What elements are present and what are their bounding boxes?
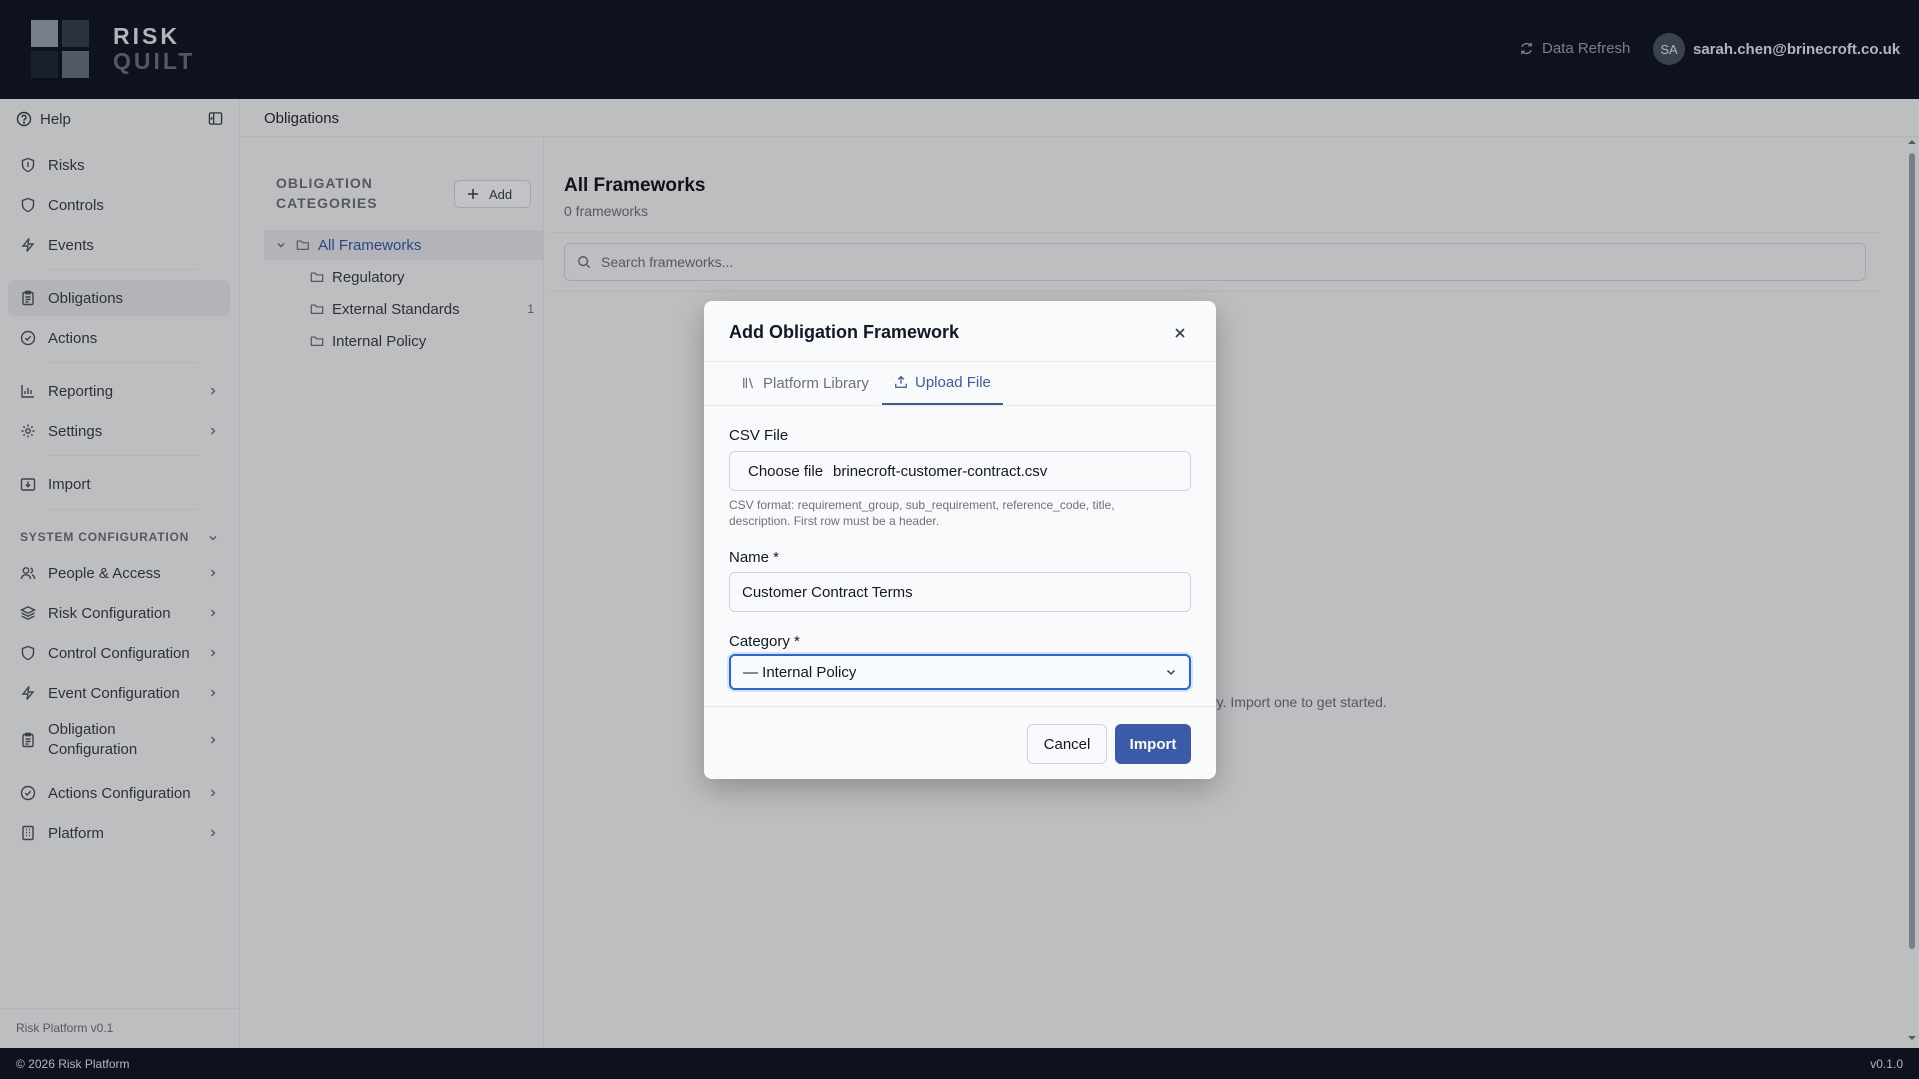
tab-platform-library[interactable]: Platform Library <box>742 361 869 405</box>
choose-file-button[interactable]: Choose file <box>748 463 823 480</box>
tab-upload-file[interactable]: Upload File <box>882 361 1003 405</box>
csv-file-label: CSV File <box>729 427 789 444</box>
modal-divider <box>704 405 1216 406</box>
tab-label: Platform Library <box>763 374 869 392</box>
category-selected-value: — Internal Policy <box>743 663 857 681</box>
modal-divider <box>704 706 1216 707</box>
file-input[interactable]: Choose file brinecroft-customer-contract… <box>729 451 1191 491</box>
csv-format-hint: CSV format: requirement_group, sub_requi… <box>729 498 1115 528</box>
modal-title: Add Obligation Framework <box>729 322 960 342</box>
close-icon[interactable] <box>1173 326 1187 340</box>
name-field[interactable]: Customer Contract Terms <box>729 572 1191 612</box>
add-framework-modal: Add Obligation Framework Platform Librar… <box>704 301 1216 779</box>
upload-icon <box>894 375 915 389</box>
category-label: Category * <box>729 633 800 650</box>
tab-label: Upload File <box>915 373 991 391</box>
file-name: brinecroft-customer-contract.csv <box>833 462 1048 480</box>
name-label: Name * <box>729 549 780 566</box>
import-button[interactable]: Import <box>1115 724 1191 764</box>
library-icon <box>742 376 763 390</box>
category-select[interactable]: — Internal Policy <box>729 654 1191 690</box>
cancel-button[interactable]: Cancel <box>1027 724 1107 764</box>
